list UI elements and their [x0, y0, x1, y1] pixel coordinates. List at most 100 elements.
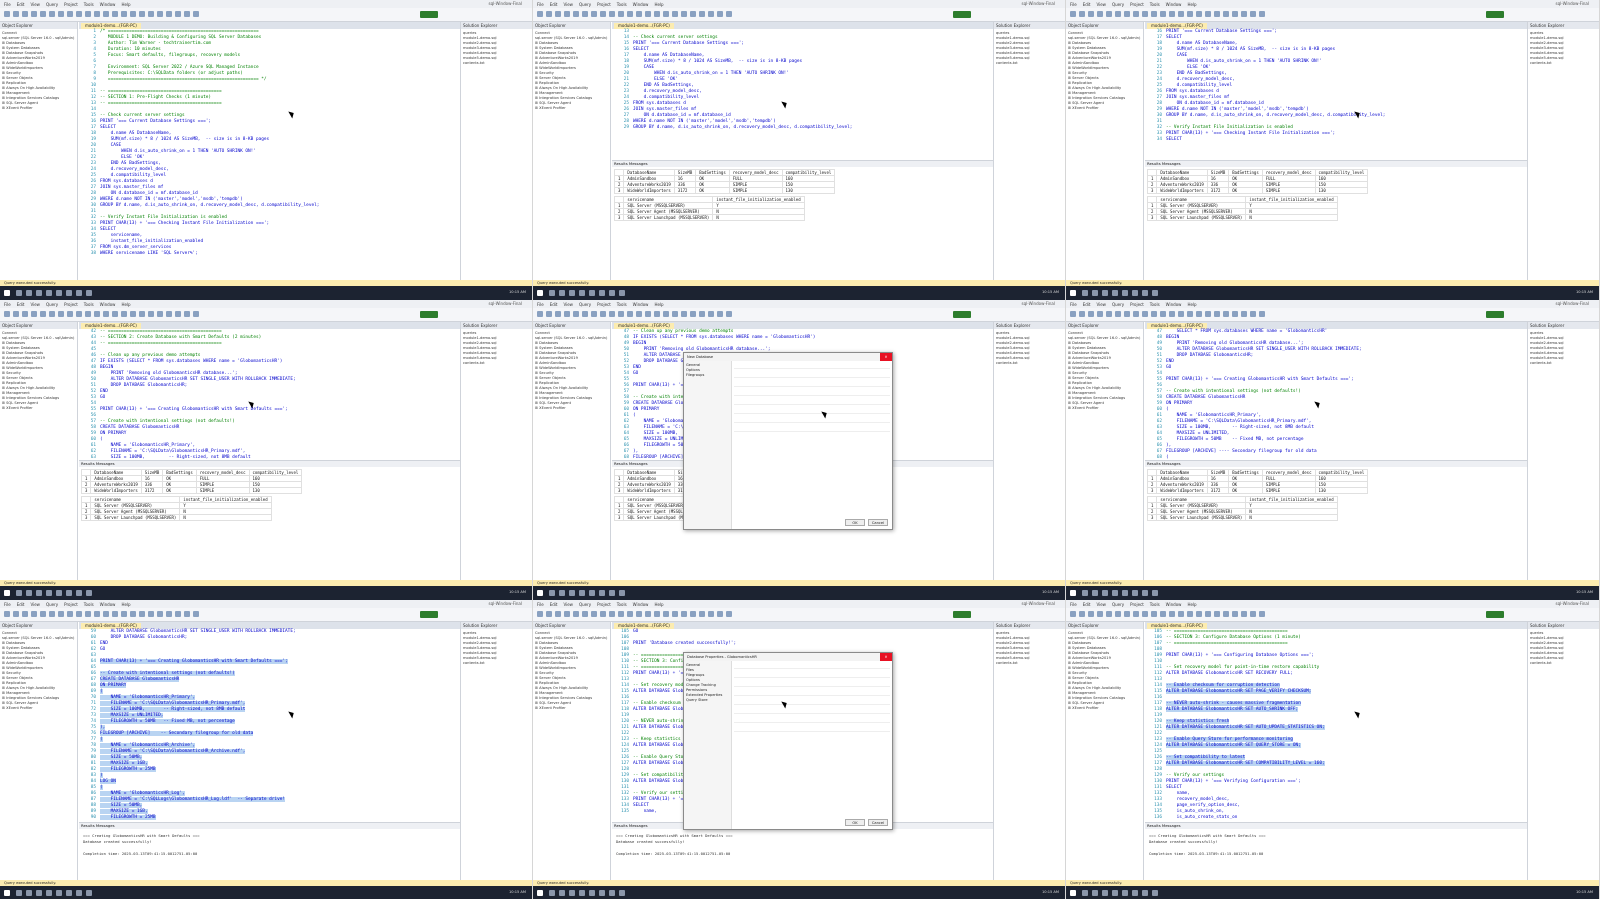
- solution-item[interactable]: contents.txt: [463, 661, 530, 666]
- dialog-field-row[interactable]: [734, 372, 890, 378]
- toolbar-icon[interactable]: [573, 611, 579, 617]
- toolbar-icon[interactable]: [130, 11, 136, 17]
- toolbar-icon[interactable]: [1205, 311, 1211, 317]
- toolbar-icon[interactable]: [1115, 11, 1121, 17]
- table-cell[interactable]: 130: [781, 187, 836, 194]
- dialog-field-row[interactable]: [734, 408, 890, 414]
- toolbar-icon[interactable]: [103, 611, 109, 617]
- toolbar-icon[interactable]: [1088, 11, 1094, 17]
- toolbar-icon[interactable]: [4, 311, 10, 317]
- query-editor[interactable]: module1-demo...(FGR-PC) 16 PRINT '=== Curr…: [1145, 22, 1527, 160]
- tab-results[interactable]: Results: [1147, 461, 1162, 466]
- toolbar-icon[interactable]: [1214, 11, 1220, 17]
- table-cell[interactable]: AdventureWorks2019: [90, 481, 142, 488]
- dialog-field-row[interactable]: [734, 717, 890, 723]
- menu-item-view[interactable]: View: [30, 302, 40, 307]
- toolbar-icon[interactable]: [40, 611, 46, 617]
- menu-item-edit[interactable]: Edit: [17, 602, 25, 607]
- toolbar-icon[interactable]: [67, 611, 73, 617]
- menu-item-help[interactable]: Help: [1187, 602, 1196, 607]
- execute-button[interactable]: [420, 611, 438, 618]
- menu-item-window[interactable]: Window: [100, 602, 116, 607]
- toolbar-icon[interactable]: [636, 311, 642, 317]
- tree-node[interactable]: ⊞ XEvent Profiler: [2, 706, 75, 711]
- menu-item-project[interactable]: Project: [1130, 302, 1144, 307]
- toolbar-icon[interactable]: [49, 11, 55, 17]
- taskbar-app-icon[interactable]: [619, 590, 625, 596]
- toolbar-icon[interactable]: [645, 611, 651, 617]
- table-cell[interactable]: SQL Server Agent (MSSQLSERVER): [623, 208, 714, 215]
- toolbar-icon[interactable]: [31, 11, 37, 17]
- menu-item-window[interactable]: Window: [633, 302, 649, 307]
- dialog-field-row[interactable]: [734, 681, 890, 687]
- tab-results[interactable]: Results: [1147, 823, 1162, 828]
- taskbar-app-icon[interactable]: [599, 290, 605, 296]
- toolbar-icon[interactable]: [1070, 611, 1076, 617]
- toolbar-icon[interactable]: [1106, 11, 1112, 17]
- taskbar-app-icon[interactable]: [1092, 290, 1098, 296]
- menu-item-view[interactable]: View: [1096, 2, 1106, 7]
- toolbar-icon[interactable]: [627, 611, 633, 617]
- table-cell[interactable]: WideWorldImporters: [1156, 487, 1208, 494]
- taskbar-app-icon[interactable]: [1152, 590, 1158, 596]
- table-cell[interactable]: SQL Server Launchpad (MSSQLSERVER): [623, 214, 714, 221]
- toolbar-icon[interactable]: [139, 11, 145, 17]
- toolbar-icon[interactable]: [112, 11, 118, 17]
- dialog-field-row[interactable]: [734, 417, 890, 423]
- toolbar-icon[interactable]: [1178, 311, 1184, 317]
- toolbar-icon[interactable]: [193, 611, 199, 617]
- toolbar-icon[interactable]: [663, 11, 669, 17]
- taskbar-app-icon[interactable]: [1142, 590, 1148, 596]
- toolbar-icon[interactable]: [636, 611, 642, 617]
- taskbar-app-icon[interactable]: [1102, 590, 1108, 596]
- taskbar-app-icon[interactable]: [1112, 890, 1118, 896]
- menu-item-project[interactable]: Project: [597, 302, 611, 307]
- table-cell[interactable]: SQL Server Launchpad (MSSQLSERVER): [1156, 514, 1247, 521]
- menu-item-window[interactable]: Window: [633, 602, 649, 607]
- menu-item-tools[interactable]: Tools: [1150, 2, 1160, 7]
- toolbar-icon[interactable]: [717, 311, 723, 317]
- windows-start-icon[interactable]: [537, 890, 543, 896]
- query-editor[interactable]: module1-demo...(FGR-PC) 1/* =============…: [79, 22, 461, 280]
- tab-results[interactable]: Results: [614, 461, 629, 466]
- toolbar-icon[interactable]: [609, 611, 615, 617]
- toolbar-icon[interactable]: [1079, 11, 1085, 17]
- toolbar-icon[interactable]: [22, 11, 28, 17]
- toolbar-icon[interactable]: [546, 311, 552, 317]
- execute-button[interactable]: [1486, 611, 1504, 618]
- toolbar-icon[interactable]: [1196, 311, 1202, 317]
- toolbar-icon[interactable]: [40, 311, 46, 317]
- toolbar-icon[interactable]: [139, 311, 145, 317]
- toolbar-icon[interactable]: [76, 611, 82, 617]
- query-editor[interactable]: module1-demo...(FGR-PC) 47 SELECT * FROM …: [1145, 322, 1527, 460]
- toolbar-icon[interactable]: [1169, 611, 1175, 617]
- menu-item-help[interactable]: Help: [1187, 2, 1196, 7]
- toolbar-icon[interactable]: [22, 611, 28, 617]
- toolbar-icon[interactable]: [1232, 311, 1238, 317]
- table-cell[interactable]: OK: [695, 187, 730, 194]
- execute-button[interactable]: [1486, 11, 1504, 18]
- toolbar-icon[interactable]: [1250, 611, 1256, 617]
- table-cell[interactable]: OK: [1228, 487, 1263, 494]
- taskbar-app-icon[interactable]: [609, 290, 615, 296]
- toolbar-icon[interactable]: [121, 11, 127, 17]
- taskbar-app-icon[interactable]: [46, 290, 52, 296]
- taskbar-app-icon[interactable]: [1152, 290, 1158, 296]
- toolbar-icon[interactable]: [1160, 311, 1166, 317]
- table-cell[interactable]: 3: [1146, 514, 1158, 521]
- table-cell[interactable]: SQL Server Agent (MSSQLSERVER): [1156, 508, 1247, 515]
- toolbar-icon[interactable]: [726, 611, 732, 617]
- toolbar-icon[interactable]: [1151, 611, 1157, 617]
- toolbar-icon[interactable]: [184, 11, 190, 17]
- toolbar-icon[interactable]: [157, 11, 163, 17]
- menu-item-query[interactable]: Query: [1112, 2, 1124, 7]
- taskbar-app-icon[interactable]: [56, 890, 62, 896]
- toolbar-icon[interactable]: [85, 11, 91, 17]
- menu-item-query[interactable]: Query: [46, 302, 58, 307]
- dialog-field-row[interactable]: [734, 426, 890, 432]
- toolbar-icon[interactable]: [1250, 311, 1256, 317]
- toolbar-icon[interactable]: [663, 611, 669, 617]
- table-cell[interactable]: 3: [1146, 187, 1158, 194]
- menu-item-project[interactable]: Project: [1130, 2, 1144, 7]
- toolbar-icon[interactable]: [591, 311, 597, 317]
